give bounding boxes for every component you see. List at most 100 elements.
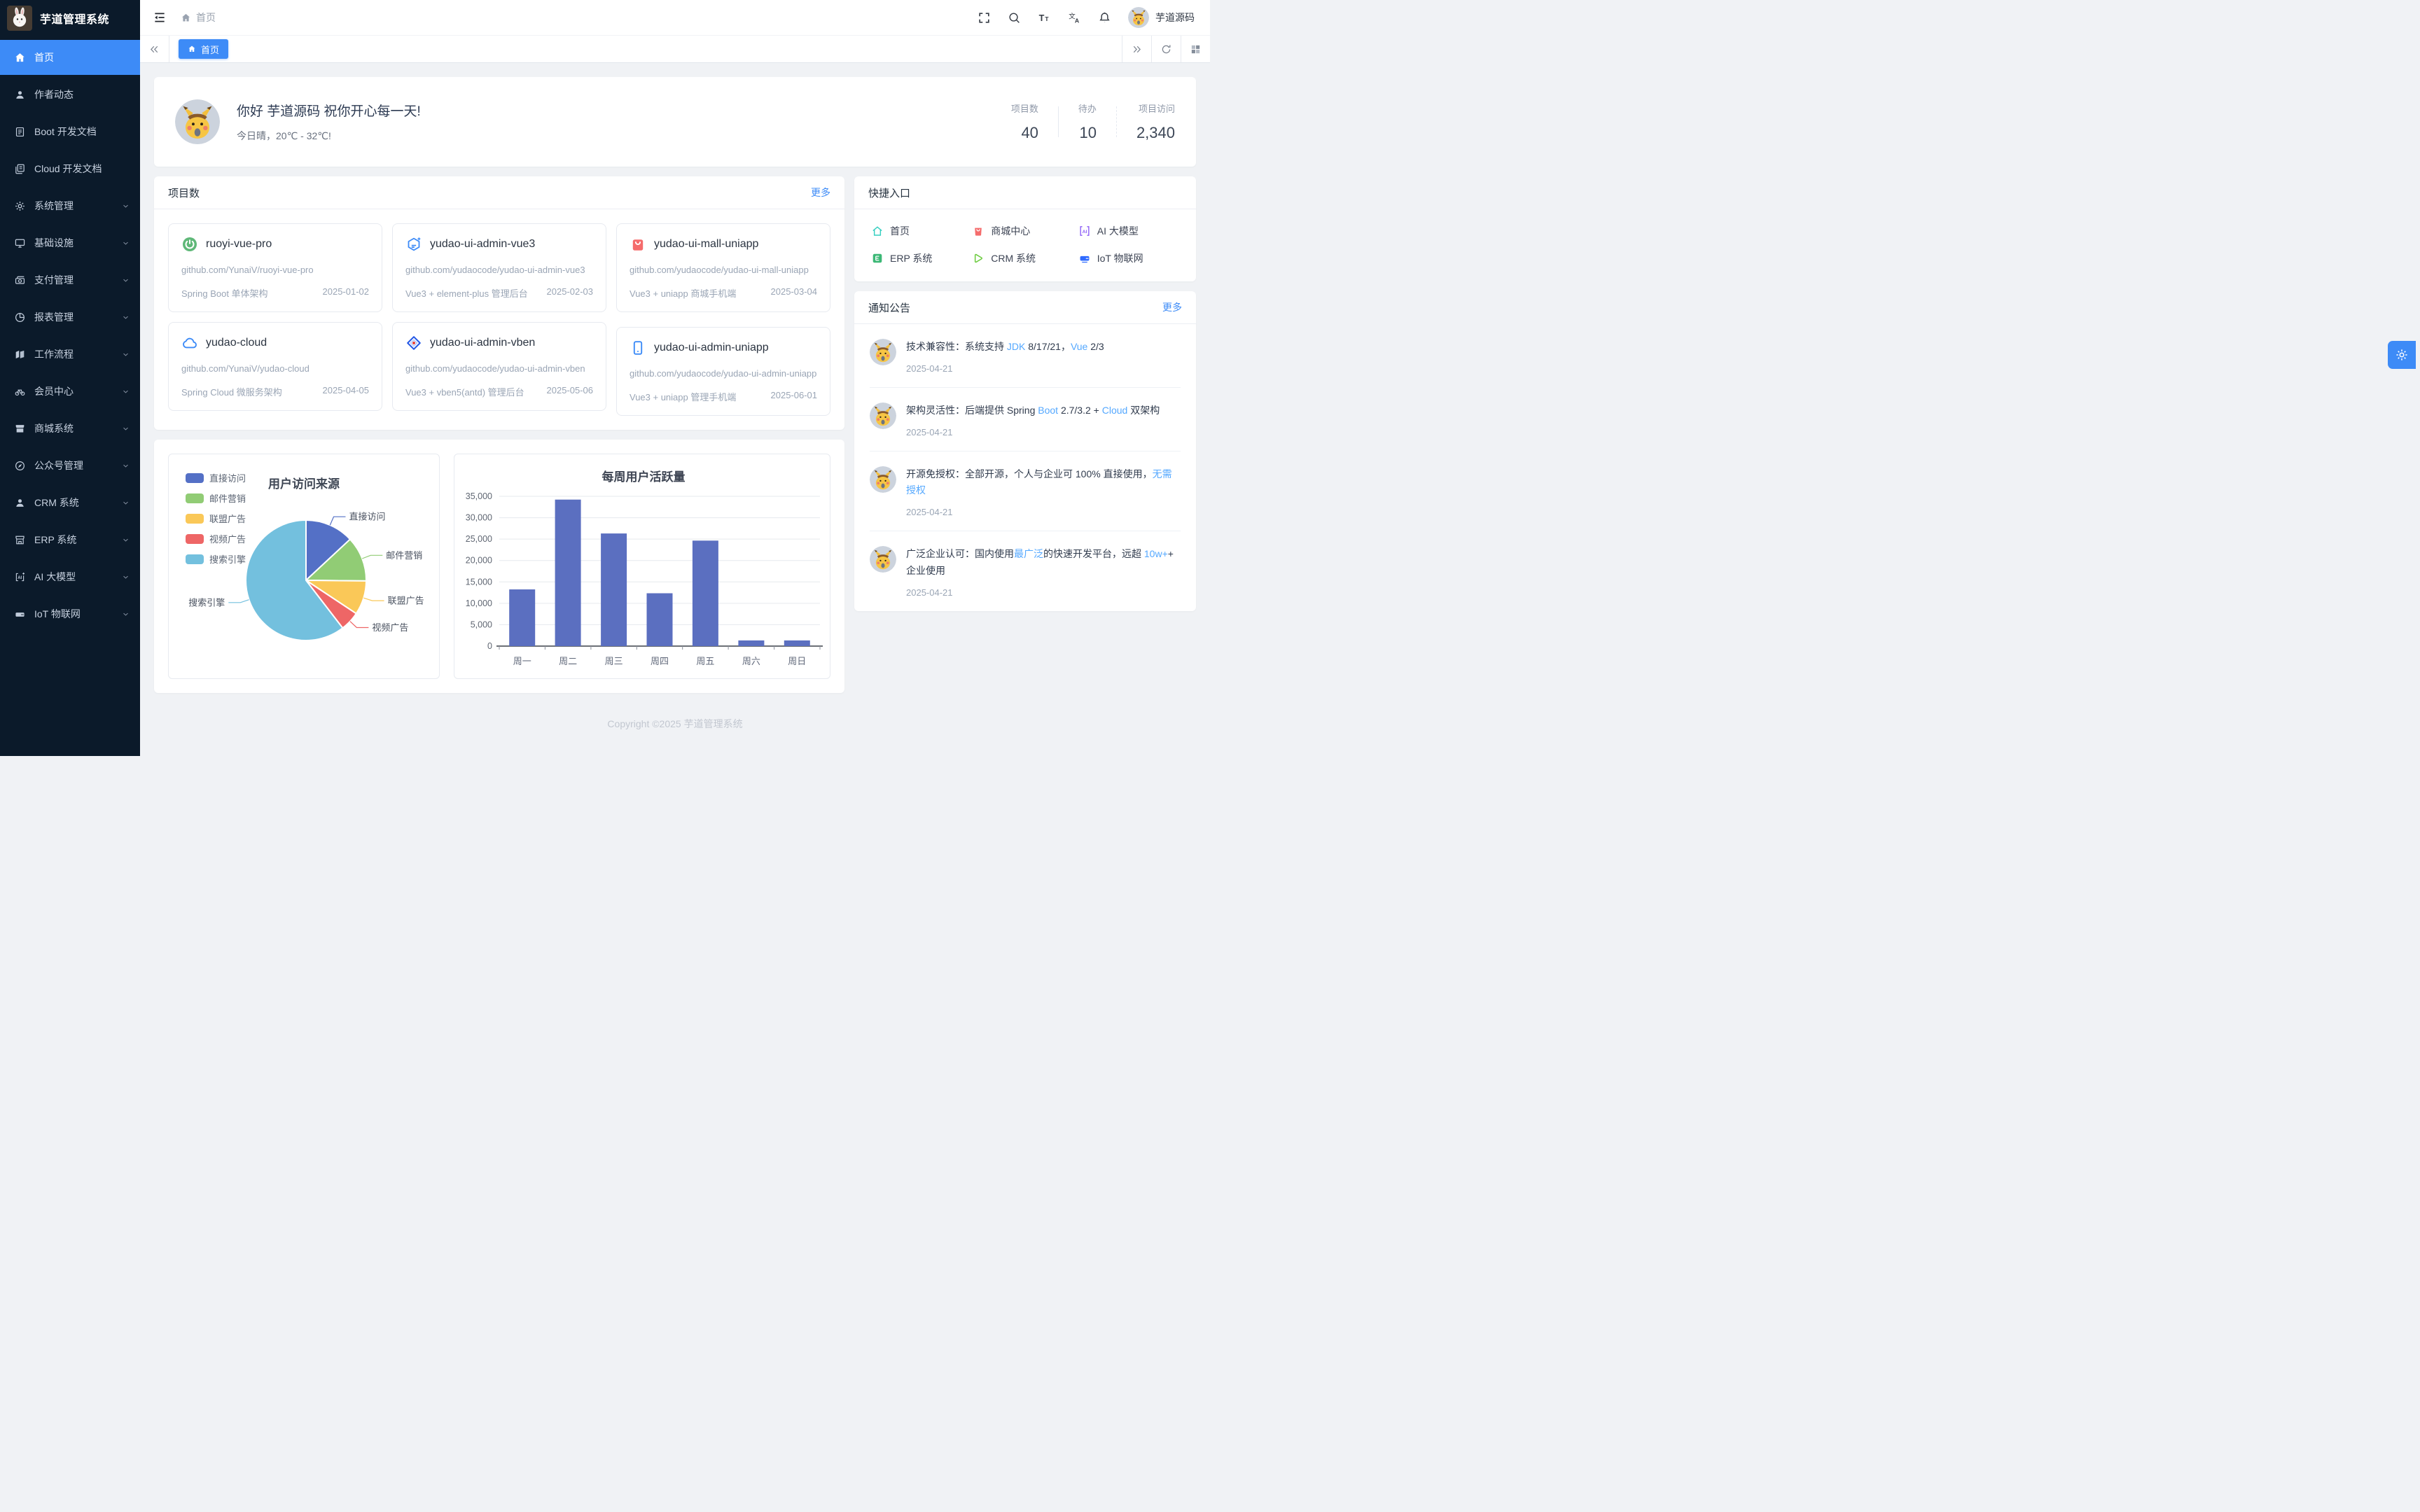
welcome-greeting: 你好 芋道源码 祝你开心每一天!	[237, 101, 421, 120]
sidebar-header: 芋道管理系统	[0, 0, 140, 36]
sidebar-item-12[interactable]: CRM 系统	[0, 485, 140, 520]
notice-item-1[interactable]: 架构灵活性：后端提供 Spring Boot 2.7/3.2 + Cloud 双…	[870, 388, 1181, 451]
svg-text:T: T	[1039, 13, 1045, 22]
sidebar-item-6[interactable]: 支付管理	[0, 262, 140, 298]
sidebar-item-label: 支付管理	[34, 273, 74, 287]
notice-title: 开源免授权：全部开源，个人与企业可 100% 直接使用，无需授权	[906, 466, 1181, 500]
sidebar-item-2[interactable]: Boot 开发文档	[0, 114, 140, 149]
quick-entry-1[interactable]: 商城中心	[972, 224, 1078, 238]
project-desc: Vue3 + uniapp 商城手机端	[630, 286, 736, 300]
project-card-yudao-cloud[interactable]: yudao-cloudgithub.com/YunaiV/yudao-cloud…	[168, 322, 382, 411]
breadcrumb[interactable]: 首页	[181, 10, 216, 24]
stat-1: 待办 10	[1078, 102, 1097, 142]
notice-date: 2025-04-21	[906, 507, 1181, 517]
svg-text:0: 0	[487, 641, 492, 651]
notice-item-2[interactable]: 开源免授权：全部开源，个人与企业可 100% 直接使用，无需授权 2025-04-…	[870, 451, 1181, 532]
projects-more-link[interactable]: 更多	[811, 186, 830, 200]
project-desc: Vue3 + element-plus 管理后台	[405, 286, 528, 300]
project-card-ruoyi-vue-pro[interactable]: ruoyi-vue-progithub.com/YunaiV/ruoyi-vue…	[168, 223, 382, 312]
bar-chart-panel: 每周用户活跃量05,00010,00015,00020,00025,00030,…	[454, 454, 830, 679]
right-column: 快捷入口 首页商城中心AIAI 大模型ERP 系统CRM 系统IoT 物联网 通…	[854, 176, 1196, 611]
tabs-scroll-left-button[interactable]	[140, 36, 169, 62]
sidebar-item-1[interactable]: 作者动态	[0, 77, 140, 112]
projects-title: 项目数	[168, 186, 200, 200]
store-icon	[14, 534, 26, 546]
stat-value: 10	[1078, 124, 1097, 142]
stat-0: 项目数40	[1011, 102, 1038, 142]
fullscreen-icon[interactable]	[978, 11, 991, 24]
quick-entry-label: AI 大模型	[1097, 224, 1139, 238]
ai-icon: AI	[14, 571, 26, 583]
sidebar-item-15[interactable]: IoT 物联网	[0, 596, 140, 631]
quick-entry-2[interactable]: AI AI 大模型	[1078, 224, 1179, 238]
svg-text:联盟广告: 联盟广告	[209, 514, 246, 524]
stat-value: 2,340	[1136, 124, 1175, 142]
user-menu[interactable]: 芋道源码	[1128, 7, 1195, 28]
project-desc: Spring Cloud 微服务架构	[181, 385, 282, 398]
svg-text:A: A	[1075, 17, 1080, 24]
avatar	[175, 99, 220, 144]
welcome-stats: 项目数40待办10项目访问2,340	[1011, 102, 1175, 142]
spring-icon	[181, 236, 198, 253]
wallet-icon	[14, 274, 26, 286]
project-card-yudao-ui-admin-vue3[interactable]: yudao-ui-admin-vue3github.com/yudaocode/…	[392, 223, 606, 312]
quick-entry-3[interactable]: ERP 系统	[871, 251, 972, 265]
notices-more-link[interactable]: 更多	[1162, 300, 1182, 314]
sidebar-item-3[interactable]: Cloud 开发文档	[0, 151, 140, 186]
bell-icon[interactable]	[1098, 11, 1111, 24]
notice-item-3[interactable]: 广泛企业认可：国内使用最广泛的快速开发平台，远超 10w++ 企业使用2025-…	[870, 531, 1181, 611]
stat-label: 项目数	[1011, 102, 1038, 115]
welcome-card: 你好 芋道源码 祝你开心每一天! 今日晴，20℃ - 32℃! 项目数40待办1…	[154, 77, 1196, 167]
pie-chart: 用户访问来源直接访问邮件营销联盟广告视频广告搜索引擎直接访问邮件营销联盟广告视频…	[169, 460, 439, 674]
compass-icon	[14, 460, 26, 472]
tab-refresh-button[interactable]	[1151, 36, 1181, 62]
sidebar-item-label: 公众号管理	[34, 458, 83, 472]
tabs-scroll-right-button[interactable]	[1122, 36, 1151, 62]
iot-icon	[14, 608, 26, 620]
quick-entry-5[interactable]: IoT 物联网	[1078, 251, 1179, 265]
sidebar-item-10[interactable]: 商城系统	[0, 411, 140, 446]
font-size-icon[interactable]: TT	[1038, 11, 1051, 24]
quick-entry-4[interactable]: CRM 系统	[972, 251, 1078, 265]
cloudp-icon	[181, 335, 198, 351]
search-icon[interactable]	[1008, 11, 1021, 24]
svg-text:35,000: 35,000	[466, 491, 492, 501]
q-mall-icon	[972, 225, 985, 237]
project-head: yudao-ui-admin-vben	[405, 335, 593, 351]
tab-home[interactable]: 首页	[179, 39, 228, 59]
project-card-yudao-ui-admin-uniapp[interactable]: yudao-ui-admin-uniappgithub.com/yudaocod…	[616, 327, 830, 416]
sidebar-item-11[interactable]: 公众号管理	[0, 448, 140, 483]
stat-divider	[1116, 106, 1117, 137]
sidebar-item-13[interactable]: ERP 系统	[0, 522, 140, 557]
sidebar-item-9[interactable]: 会员中心	[0, 374, 140, 409]
project-date: 2025-05-06	[547, 385, 594, 398]
svg-text:AI: AI	[1082, 230, 1087, 234]
stat-label: 待办	[1078, 102, 1097, 115]
sidebar-item-8[interactable]: 工作流程	[0, 337, 140, 372]
project-card-yudao-ui-mall-uniapp[interactable]: yudao-ui-mall-uniappgithub.com/yudaocode…	[616, 223, 830, 312]
tab-options-button[interactable]	[1181, 36, 1210, 62]
notice-item-0[interactable]: 技术兼容性：系统支持 JDK 8/17/21，Vue 2/32025-04-21	[870, 324, 1181, 388]
charts-card: 用户访问来源直接访问邮件营销联盟广告视频广告搜索引擎直接访问邮件营销联盟广告视频…	[154, 440, 844, 693]
quick-entry-0[interactable]: 首页	[871, 224, 972, 238]
sidebar-item-14[interactable]: AIAI 大模型	[0, 559, 140, 594]
svg-text:10,000: 10,000	[466, 598, 492, 608]
sidebar-item-label: IoT 物联网	[34, 607, 81, 621]
page-content: 你好 芋道源码 祝你开心每一天! 今日晴，20℃ - 32℃! 项目数40待办1…	[140, 63, 1210, 756]
sidebar-item-4[interactable]: 系统管理	[0, 188, 140, 223]
sidebar-item-0[interactable]: 首页	[0, 40, 140, 75]
sidebar-item-7[interactable]: 报表管理	[0, 300, 140, 335]
menu-fold-icon[interactable]	[153, 10, 167, 24]
project-card-yudao-ui-admin-vben[interactable]: yudao-ui-admin-vbengithub.com/yudaocode/…	[392, 322, 606, 411]
sidebar-item-5[interactable]: 基础设施	[0, 225, 140, 260]
locale-icon[interactable]: 文A	[1068, 11, 1081, 24]
gear-icon	[14, 200, 26, 212]
theme-settings-button[interactable]	[2388, 341, 2416, 369]
sidebar-item-label: 工作流程	[34, 347, 74, 361]
shop-icon	[14, 423, 26, 435]
chevron-down-icon	[121, 461, 130, 470]
element-icon	[405, 236, 422, 253]
project-head: ruoyi-vue-pro	[181, 236, 369, 253]
chevron-down-icon	[121, 610, 130, 619]
svg-text:用户访问来源: 用户访问来源	[268, 477, 340, 491]
